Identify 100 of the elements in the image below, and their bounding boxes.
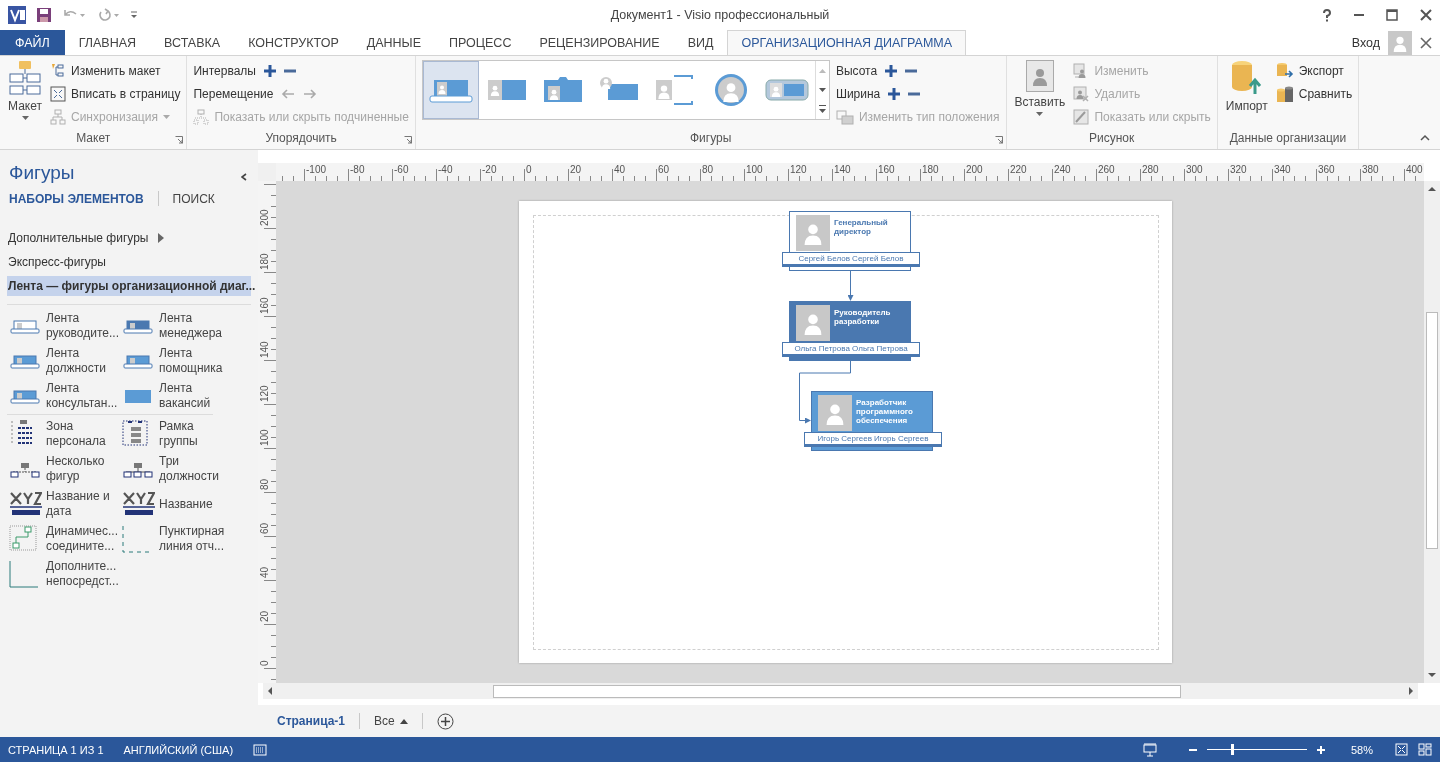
add-icon	[436, 712, 454, 730]
node-name: Ольга Петрова Ольга Петрова	[782, 342, 920, 355]
vertical-ruler: 200 180 160 140 120 100 80 60 40 20 0	[258, 181, 276, 683]
ribbon-button[interactable]: Сравнить	[1275, 84, 1353, 103]
control-label: Ширина	[835, 86, 881, 101]
plus-icon	[885, 64, 898, 77]
ribbon-tab[interactable]: КОНСТРУКТОР	[234, 30, 353, 55]
panel-tab[interactable]: НАБОРЫ ЭЛЕМЕНТОВ	[9, 191, 144, 206]
close-icon	[1420, 9, 1432, 21]
layout-icon	[50, 62, 66, 79]
person-picture-icon	[1025, 60, 1054, 92]
group-label: Рисунок	[1089, 131, 1135, 145]
caret-icon	[130, 11, 138, 19]
ribbon-button[interactable]: Изменить макет	[50, 61, 181, 80]
hierarchy-icon	[123, 460, 153, 478]
panel-title: Фигуры	[9, 162, 75, 183]
save-icon	[36, 7, 52, 23]
fit-page-icon	[1395, 743, 1408, 756]
ribbon-tab[interactable]: ФАЙЛ	[0, 30, 65, 55]
more-icon	[818, 105, 826, 114]
maximize-icon	[1386, 9, 1398, 21]
shape-style-option[interactable]	[422, 61, 479, 119]
expand-arrow-icon	[158, 233, 165, 243]
save-button[interactable]	[36, 5, 52, 25]
plus-icon	[1316, 745, 1325, 754]
zoom-level[interactable]: 58%	[1350, 743, 1373, 756]
org-shape-icon	[10, 388, 40, 404]
help-icon	[1322, 8, 1332, 22]
dialog-launcher-icon	[175, 136, 184, 144]
control-label: Интервалы	[193, 63, 256, 78]
org-shape-icon	[10, 318, 40, 334]
zoom-slider-thumb[interactable]	[1230, 744, 1234, 755]
arrow-left-icon	[281, 87, 296, 100]
person-placeholder-icon	[796, 305, 830, 341]
picture-button[interactable]: Вставить	[1012, 60, 1068, 131]
visio-logo-icon	[8, 6, 26, 24]
zoom-slider[interactable]	[1206, 743, 1307, 756]
group-label: Упорядочить	[265, 131, 337, 145]
ribbon-tab[interactable]: ГЛАВНАЯ	[64, 30, 151, 55]
export-icon	[1275, 61, 1294, 80]
node-title: Генеральный директор	[834, 218, 889, 236]
org-shape-icon	[123, 353, 153, 369]
dialog-launcher-icon	[994, 136, 1003, 144]
layout-icon	[8, 60, 42, 96]
org-shape-icon	[123, 387, 153, 405]
add-page-button[interactable]	[436, 711, 454, 731]
ribbon-tab[interactable]: ВСТАВКА	[150, 30, 235, 55]
switch-windows-button[interactable]	[1418, 740, 1432, 759]
ribbon-button[interactable]: Вписать в страницу	[50, 84, 181, 103]
ribbon-tab[interactable]: ПРОЦЕСС	[435, 30, 526, 55]
drawing-canvas[interactable]: Генеральный директор Сергей Белов Сергей Белов Руководитель разработки Ольга Петрова Ольга Петрова Разработчик программного обеспечения Игорь Сергеев Игорь Сергеев	[276, 181, 1424, 683]
minimize-icon	[1354, 14, 1364, 16]
collapse-ribbon-icon	[1420, 134, 1430, 141]
dialog-launcher-icon	[403, 136, 412, 144]
windows-icon	[1418, 743, 1432, 756]
ribbon-tab[interactable]: ДАННЫЕ	[352, 30, 435, 55]
collapse-icon	[241, 173, 247, 181]
scroll-down-icon	[818, 88, 826, 92]
layout-button[interactable]: Макет	[6, 60, 44, 131]
fit-page-button[interactable]	[1395, 740, 1408, 759]
page-indicator[interactable]: СТРАНИЦА 1 ИЗ 1	[8, 743, 104, 756]
page-tab[interactable]: Страница-1	[277, 714, 346, 728]
horizontal-ruler: -100 -80 -60 -40 -20 0 20 40 60 80 100 120 140 160 180 200 220 240 260 280 300 320 340 360 380 400	[276, 163, 1424, 181]
compare-icon	[1275, 84, 1294, 103]
node-name: Сергей Белов Сергей Белов	[782, 252, 920, 265]
delete-picture-icon	[1073, 85, 1090, 102]
stencil-item[interactable]: Дополнительные фигуры	[7, 228, 251, 248]
panel-tab[interactable]: ПОИСК	[172, 191, 215, 206]
ribbon-tab[interactable]: ОРГАНИЗАЦИОННАЯ ДИАГРАММА	[727, 30, 967, 55]
ribbon-tab[interactable]: РЕЦЕНЗИРОВАНИЕ	[525, 30, 674, 55]
caret-up-icon	[399, 718, 408, 724]
caret-icon	[21, 116, 29, 120]
control-label: Высота	[835, 63, 878, 78]
ribbon-tab[interactable]: ВИД	[673, 30, 728, 55]
org-shape-icon	[10, 353, 40, 369]
group-label: Макет	[76, 131, 111, 145]
show-picture-icon	[1073, 108, 1090, 125]
ribbon-button[interactable]: Экспорт	[1275, 61, 1353, 80]
fit-page-icon	[50, 85, 66, 102]
redo-icon	[96, 8, 120, 22]
node-title: Разработчик программного обеспечения	[856, 398, 914, 425]
node-name: Игорь Сергеев Игорь Сергеев	[804, 432, 942, 445]
plus-icon	[263, 64, 276, 77]
horizontal-scrollbar[interactable]	[263, 683, 1418, 699]
person-placeholder-icon	[818, 395, 852, 431]
arrow-right-icon	[303, 87, 318, 100]
presentation-icon	[1142, 742, 1157, 757]
sync-icon	[50, 108, 66, 125]
caret-icon	[162, 114, 170, 119]
caret-icon	[1036, 112, 1044, 116]
hierarchy-icon	[10, 460, 40, 478]
stencil-item[interactable]: Экспресс-фигуры	[7, 252, 251, 272]
language-indicator[interactable]: АНГЛИЙСКИЙ (США)	[123, 743, 234, 756]
node-title: Руководитель разработки	[834, 308, 892, 326]
vertical-scrollbar[interactable]	[1424, 181, 1440, 683]
all-pages-button[interactable]: Все	[374, 714, 408, 728]
org-shape-icon	[123, 318, 153, 334]
macro-icon	[253, 743, 268, 756]
sign-in-link[interactable]: Вход	[1351, 33, 1380, 52]
plus-icon	[888, 87, 901, 100]
